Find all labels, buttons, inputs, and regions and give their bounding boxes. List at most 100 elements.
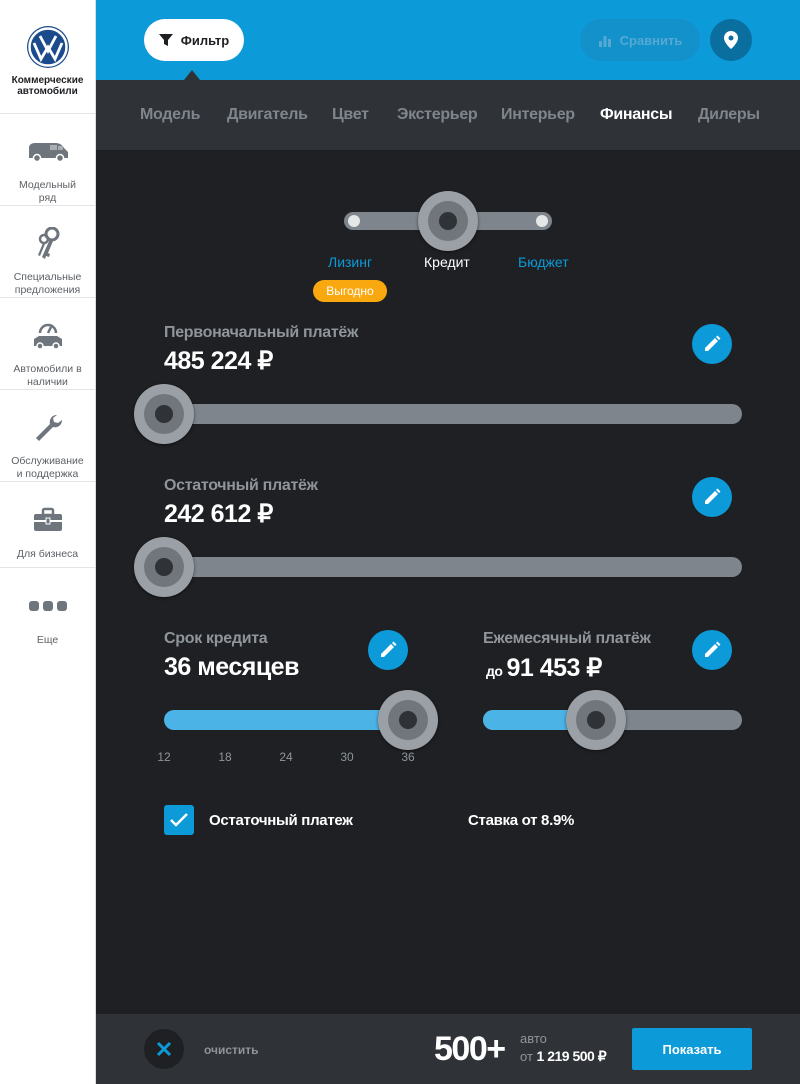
edit-residual-payment-button[interactable] <box>692 477 732 517</box>
monthly-payment-value: до 91 453 ₽ <box>486 653 602 683</box>
top-bar: Фильтр Сравнить <box>96 0 800 80</box>
tab-model[interactable]: Модель <box>140 106 200 124</box>
bar-chart-icon <box>598 36 611 47</box>
label-line1: Для бизнеса <box>16 548 79 560</box>
term-tick[interactable]: 18 <box>213 750 237 764</box>
van-icon <box>26 132 70 171</box>
initial-payment-handle[interactable] <box>134 384 194 444</box>
price-prefix: от <box>520 1049 533 1064</box>
finance-mode-handle[interactable] <box>418 191 478 251</box>
sidebar-item-service[interactable]: Обслуживание и поддержка <box>0 390 95 482</box>
close-icon <box>156 1041 172 1057</box>
term-tick[interactable]: 24 <box>274 750 298 764</box>
residual-payment-checkbox[interactable] <box>164 805 194 835</box>
profitable-badge: Выгодно <box>313 280 387 302</box>
brand-logo-block[interactable]: Коммерческие автомобили <box>0 0 95 114</box>
footer-bar: очистить 500+ авто от 1 219 500 ₽ Показа… <box>96 1014 800 1084</box>
initial-payment-slider[interactable] <box>144 404 742 424</box>
price-value: 1 219 500 ₽ <box>536 1048 607 1064</box>
finance-panel: Лизинг Кредит Бюджет Выгодно Первоначаль… <box>96 150 800 1014</box>
label-line1: Специальные <box>13 271 82 283</box>
compare-button[interactable]: Сравнить <box>580 19 700 61</box>
map-pin-icon <box>724 31 738 49</box>
sidebar-item-label: Еще <box>36 634 59 646</box>
term-tick[interactable]: 12 <box>152 750 176 764</box>
residual-payment-handle[interactable] <box>134 537 194 597</box>
sidebar-item-cars-available[interactable]: Автомобили в наличии <box>0 298 95 390</box>
monthly-payment-amount: 91 453 ₽ <box>506 654 602 682</box>
mode-dot-budget[interactable] <box>536 215 548 227</box>
tab-exterior[interactable]: Экстерьер <box>397 106 478 124</box>
tab-interior[interactable]: Интерьер <box>501 106 575 124</box>
label-line1: Автомобили в <box>13 363 82 375</box>
term-tick[interactable]: 36 <box>396 750 420 764</box>
compare-button-label: Сравнить <box>619 32 683 48</box>
vw-logo-icon <box>26 26 69 68</box>
show-results-button[interactable]: Показать <box>632 1028 752 1070</box>
term-label: Срок кредита <box>164 630 268 647</box>
brand-name: Коммерческие автомобили <box>12 75 84 97</box>
term-handle[interactable] <box>378 690 438 750</box>
filter-icon <box>158 34 173 46</box>
sidebar-item-label: Специальные предложения <box>10 271 86 297</box>
brand-name-line1: Коммерческие <box>11 75 84 86</box>
mode-option-credit[interactable]: Кредит <box>424 254 470 270</box>
pencil-icon <box>705 641 721 657</box>
results-count: 500+ <box>434 1030 506 1068</box>
results-price: от 1 219 500 ₽ <box>520 1048 607 1065</box>
edit-term-button[interactable] <box>368 630 408 670</box>
clear-label[interactable]: очистить <box>204 1043 259 1057</box>
tab-finance[interactable]: Финансы <box>600 106 672 124</box>
tab-dealers[interactable]: Дилеры <box>698 106 760 124</box>
sidebar-item-special-offers[interactable]: Специальные предложения <box>0 206 95 298</box>
residual-payment-label: Остаточный платёж <box>164 477 318 494</box>
more-dots-icon <box>28 586 68 626</box>
wrench-icon <box>33 408 63 447</box>
tab-color[interactable]: Цвет <box>332 106 369 124</box>
clear-button[interactable] <box>144 1029 184 1069</box>
mode-option-budget[interactable]: Бюджет <box>518 254 569 270</box>
residual-payment-value: 242 612 ₽ <box>164 500 273 528</box>
checkmark-icon <box>170 813 188 827</box>
label-line2: и поддержка <box>16 468 79 480</box>
term-tick[interactable]: 30 <box>335 750 359 764</box>
sidebar: Коммерческие автомобили Модельный ряд Сп… <box>0 0 96 1084</box>
car-available-icon <box>31 316 65 355</box>
pencil-icon <box>705 488 721 504</box>
residual-payment-checkbox-label[interactable]: Остаточный платеж <box>209 812 353 829</box>
label-line1: Обслуживание <box>11 455 84 467</box>
monthly-payment-handle[interactable] <box>566 690 626 750</box>
keys-icon <box>33 224 63 263</box>
briefcase-icon <box>33 500 63 540</box>
sidebar-item-label: Автомобили в наличии <box>9 363 85 389</box>
pencil-icon <box>381 641 397 657</box>
mode-option-leasing[interactable]: Лизинг <box>328 254 372 270</box>
edit-initial-payment-button[interactable] <box>692 324 732 364</box>
monthly-payment-label: Ежемесячный платёж <box>483 630 651 647</box>
filter-button[interactable]: Фильтр <box>144 19 244 61</box>
tab-engine[interactable]: Двигатель <box>227 106 308 124</box>
label-line2: ряд <box>38 192 57 204</box>
tab-bar: Модель Двигатель Цвет Экстерьер Интерьер… <box>96 80 800 150</box>
sidebar-item-models[interactable]: Модельный ряд <box>0 114 95 206</box>
term-value: 36 месяцев <box>164 653 299 681</box>
mode-dot-leasing[interactable] <box>348 215 360 227</box>
results-unit: авто <box>520 1031 547 1046</box>
initial-payment-label: Первоначальный платёж <box>164 324 359 341</box>
rate-text: Ставка от 8.9% <box>468 812 575 829</box>
brand-name-line2: автомобили <box>17 86 78 97</box>
label-line2: наличии <box>27 376 68 388</box>
filter-button-label: Фильтр <box>180 32 230 48</box>
monthly-payment-prefix: до <box>486 663 503 679</box>
filter-caret <box>184 70 200 80</box>
sidebar-item-label: Для бизнеса <box>13 548 82 561</box>
sidebar-item-business[interactable]: Для бизнеса <box>0 482 95 568</box>
label-line1: Модельный <box>19 179 76 191</box>
edit-monthly-payment-button[interactable] <box>692 630 732 670</box>
label-line2: предложения <box>14 284 81 296</box>
sidebar-item-label: Модельный ряд <box>15 179 80 205</box>
residual-payment-slider[interactable] <box>144 557 742 577</box>
location-button[interactable] <box>710 19 752 61</box>
sidebar-item-more[interactable]: Еще <box>0 568 95 647</box>
sidebar-item-label: Обслуживание и поддержка <box>7 455 88 481</box>
